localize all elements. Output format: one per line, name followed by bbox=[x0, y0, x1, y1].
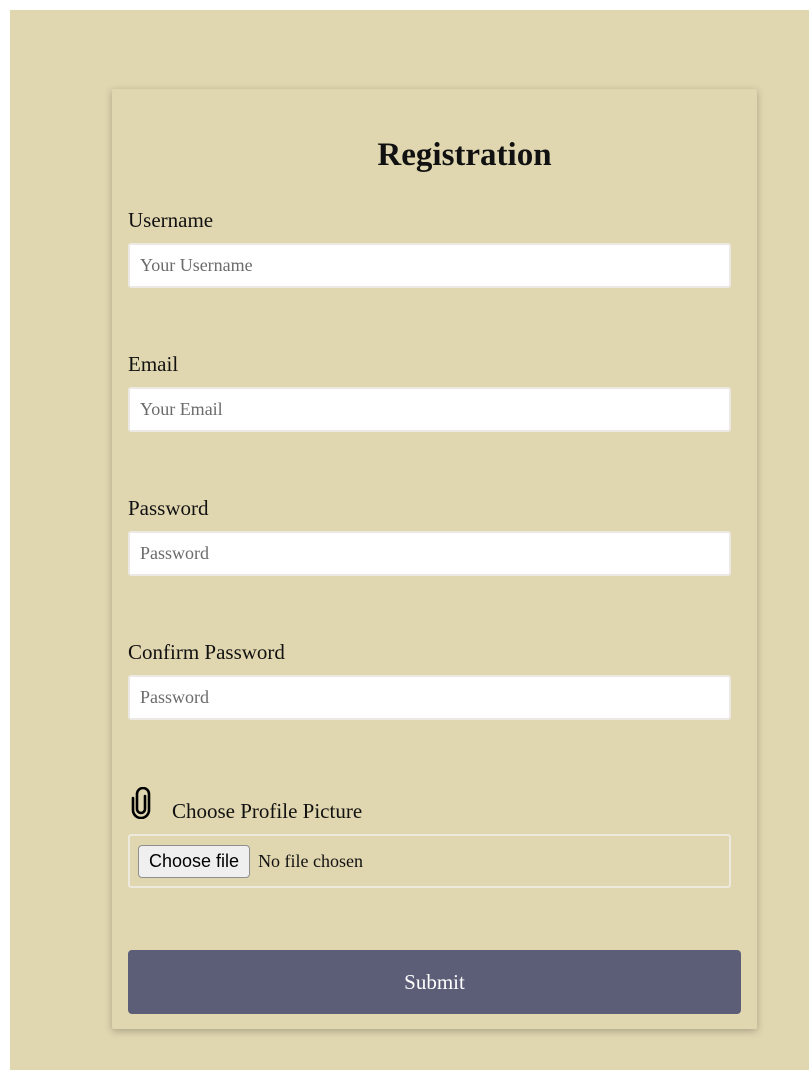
profile-picture-label-text: Choose Profile Picture bbox=[172, 799, 363, 823]
page-background: Registration Username Email Password Con… bbox=[10, 10, 809, 1070]
password-input[interactable] bbox=[128, 531, 731, 576]
form-title: Registration bbox=[377, 137, 552, 173]
registration-form: Registration Username Email Password Con… bbox=[112, 89, 757, 1029]
profile-picture-label: Choose Profile Picture bbox=[130, 785, 362, 823]
email-label: Email bbox=[128, 352, 179, 376]
file-status-text: No file chosen bbox=[258, 850, 364, 871]
choose-file-button[interactable]: Choose file bbox=[138, 844, 251, 878]
confirm-password-input[interactable] bbox=[128, 675, 731, 720]
username-label: Username bbox=[128, 208, 214, 232]
file-upload-field[interactable]: Choose file No file chosen bbox=[128, 834, 731, 888]
paperclip-icon bbox=[130, 787, 152, 819]
confirm-password-label: Confirm Password bbox=[128, 640, 285, 664]
email-input[interactable] bbox=[128, 387, 731, 432]
submit-button[interactable]: Submit bbox=[128, 950, 741, 1014]
password-label: Password bbox=[128, 496, 209, 520]
username-input[interactable] bbox=[128, 243, 731, 288]
